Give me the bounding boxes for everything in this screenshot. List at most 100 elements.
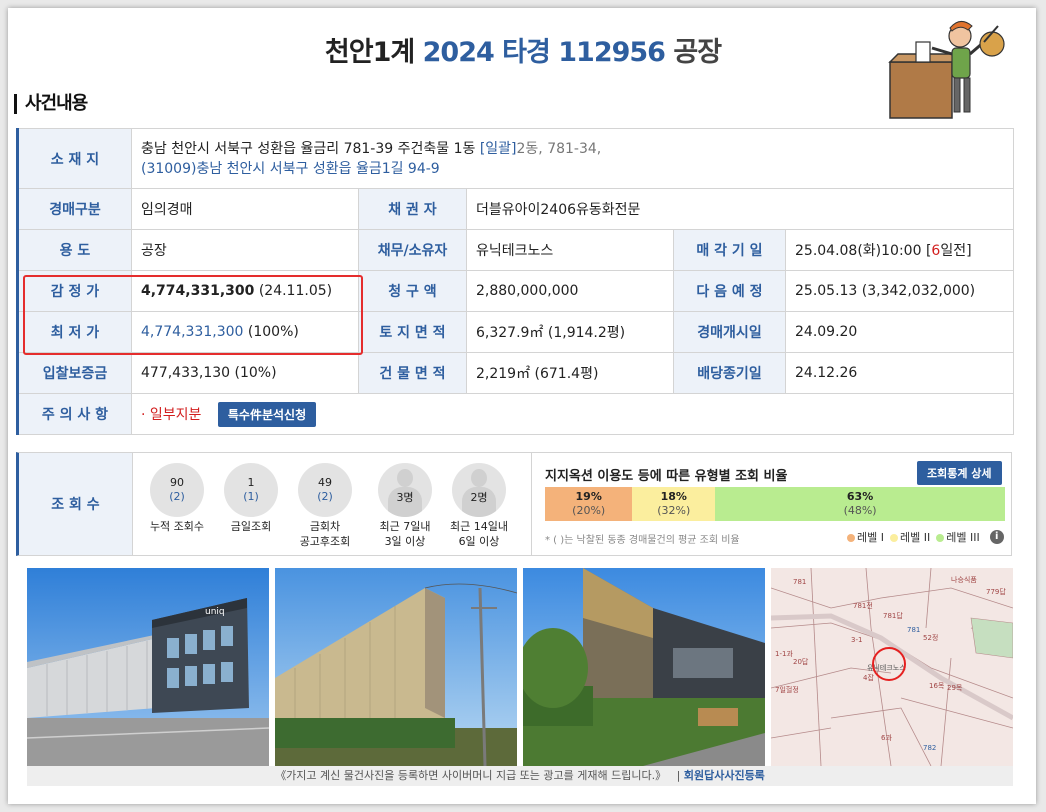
bar-pct: 63% [846,490,874,503]
next-value: 25.05.13 (3,342,032,000) [784,270,1015,312]
legend-level3: 레벨 III [936,529,980,545]
dividend-value: 24.12.26 [784,352,1015,394]
person-icon: 3명 [378,463,432,517]
map-label: 781전 [853,601,873,610]
address-line1: 충남 천안시 서북구 성환읍 율금리 781-39 주건축물 1동 [141,140,476,157]
map-label: 20답 [793,657,809,666]
ratio-legend: 레벨 I 레벨 II 레벨 III i [847,529,1004,545]
appraisal-value: 4,774,331,300 (24.11.05) [131,270,359,312]
stat-caption: 금일조회 [230,520,272,533]
address-line2: (31009)충남 천안시 서북구 성환읍 율금1길 94-9 [141,160,440,177]
divider [531,453,532,555]
case-number: 2024 타경 112956 [422,37,666,68]
views-label: 조 회 수 [19,453,133,555]
min-price-label: 최 저 가 [17,311,132,353]
property-type: 공장 [673,37,722,68]
location-map[interactable]: 781 나승식품 779답 781전 781 3-1 781답 52정 20답 … [771,568,1013,766]
building-sign: uniq [205,607,225,617]
map-label: 781 [793,578,806,586]
start-label: 경매개시일 [673,311,786,353]
bulk-link[interactable]: [일괄] [480,141,517,157]
appraisal-label: 감 정 가 [17,270,132,312]
bar-avg: (32%) [657,504,691,517]
next-label: 다 음 예 정 [673,270,786,312]
stat-sub: (2) [317,490,333,503]
photo-2[interactable] [275,568,517,766]
info-icon[interactable]: i [989,530,1004,544]
ratio-bar-chart: 19% (20%) 18% (32%) 63% (48%) [545,487,1005,521]
stat-caption-2: 공고후조회 [299,535,351,548]
stat-num: 3명 [396,491,414,504]
map-label: 6과 [881,733,892,742]
stat-recent-7days: 3명 최근 7일내 3일 이상 [369,463,441,549]
stat-round-views: 49 (2) 금회차공고후조회 [289,463,361,549]
map-label: 781 [907,626,920,634]
location-label: 소 재 지 [17,128,132,189]
min-price-value: 4,774,331,300 (100%) [131,311,359,353]
stat-sub: (2) [169,490,185,503]
bar-pct: 18% [660,490,687,503]
stat-caption-1: 최근 7일내 [379,520,431,533]
ratio-title: 지지옥션 이용도 등에 따른 유형별 조회 비율 [545,469,788,484]
bar-avg: (48%) [843,504,877,517]
person-icon: 2명 [452,463,506,517]
creditor-value: 더블유아이2406유동화전문 [465,188,1015,230]
ratio-note: * ( )는 낙찰된 동종 경매물건의 평균 조회 비율 [545,535,740,546]
start-value: 24.09.20 [784,311,1015,353]
sale-date-text: 25.04.08(화)10:00 [ [795,243,932,259]
debtor-label: 채무/소유자 [358,229,467,271]
appraisal-price: 4,774,331,300 [141,283,255,299]
map-label: 4잡 [863,673,874,682]
bar-pct: 19% [575,490,602,503]
caution-value: · 일부지분 특수件분석신청 [130,393,1015,435]
ratio-bar-level3: 63% (48%) [715,487,1005,521]
sale-date-label: 매 각 기 일 [673,229,786,271]
min-pct: (100%) [247,324,299,340]
photo-1[interactable]: uniq [27,568,269,766]
stat-caption-1: 최근 14일내 [450,520,508,533]
stat-num: 49 [318,476,332,489]
bar-avg: (20%) [572,504,606,517]
deposit-value: 477,433,130 (10%) [131,352,359,394]
stat-caption: 누적 조회수 [149,520,205,533]
caution-label: 주 의 사 항 [17,393,132,435]
sale-date-value: 25.04.08(화)10:00 [6일전] [784,229,1015,271]
sale-days: 6 [931,243,941,259]
photo-3[interactable] [523,568,765,766]
ratio-bar-level2: 18% (32%) [632,487,716,521]
stat-caption: 최근 14일내 6일 이상 [443,519,515,549]
min-price: 4,774,331,300 [141,324,244,340]
section-title: 사건내용 [14,94,88,114]
special-analysis-button[interactable]: 특수件분석신청 [217,401,317,427]
stat-total-views: 90 (2) 누적 조회수 [141,463,213,534]
stat-recent-14days: 2명 최근 14일내 6일 이상 [443,463,515,549]
caution-text: · 일부지분 [141,406,202,423]
stat-caption-2: 6일 이상 [458,535,500,548]
case-info-table: 소 재 지 충남 천안시 서북구 성환읍 율금리 781-39 주건축물 1동 … [16,128,1015,435]
map-label: 7일헐정 [775,685,799,694]
stat-caption-2: 3일 이상 [384,535,426,548]
map-label: 16목 [929,682,945,690]
land-label: 토 지 면 적 [358,311,467,353]
map-label: 29목 [947,684,963,692]
stat-sub: (1) [243,490,259,503]
map-label: 1-1과 [775,649,793,658]
ratio-bar-level1: 19% (20%) [545,487,633,521]
map-label: 3-1 [851,636,862,644]
legend-level1: 레벨 I [847,529,884,545]
photo-gallery: uniq 781 나승식품 779답 781전 781 3-1 781답 52정… [27,568,1013,766]
photo-footer: 《가지고 계신 물건사진을 등록하면 사이버머니 지급 또는 광고를 게재해 드… [27,766,1013,786]
view-stats-button[interactable]: 조회통계 상세 [917,461,1002,485]
land-value: 6,327.9㎡ (1,914.2평) [466,311,674,353]
legend-label: 레벨 I [857,531,884,544]
claim-value: 2,880,000,000 [466,270,674,312]
location-value: 충남 천안시 서북구 성환읍 율금리 781-39 주건축물 1동 [일괄]2동… [130,128,1015,189]
court-name: 천안1계 [324,37,415,68]
stat-caption-1: 금회차 [309,520,341,533]
stat-caption: 최근 7일내 3일 이상 [369,519,441,549]
stat-caption: 금회차공고후조회 [289,519,361,549]
deposit-label: 입찰보증금 [17,352,132,394]
legend-level2: 레벨 II [889,529,930,545]
auction-type-value: 임의경매 [131,188,359,230]
register-photo-link[interactable]: 회원답사사진등록 [684,769,765,782]
